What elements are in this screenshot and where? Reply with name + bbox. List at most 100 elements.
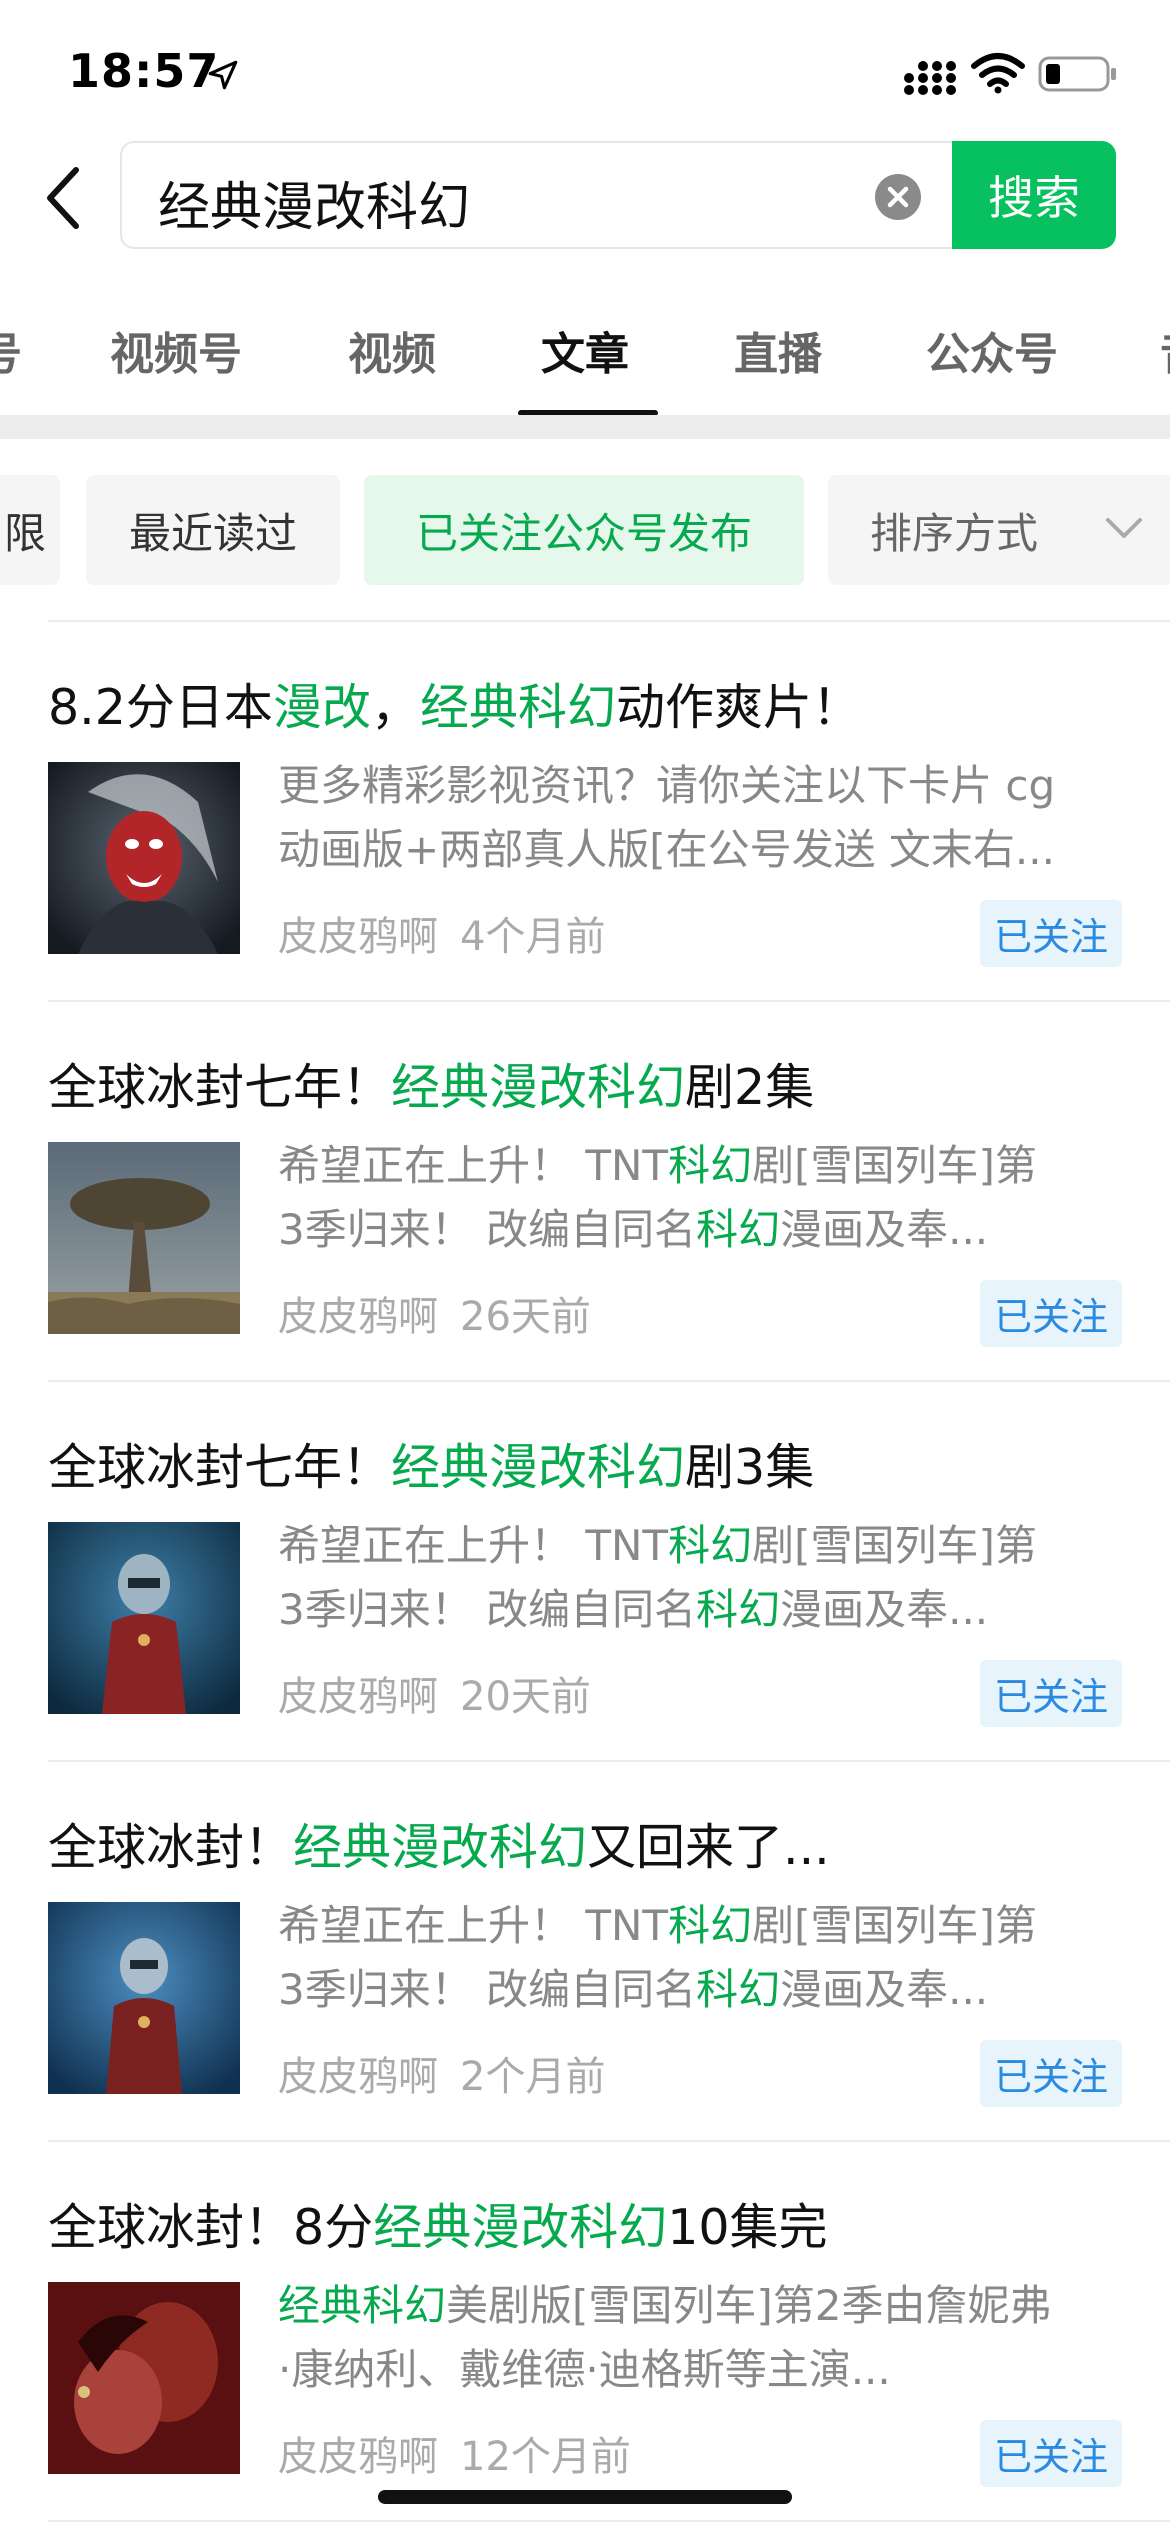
article-result-item[interactable]: 全球冰封七年！经典漫改科幻剧3集 希望正在上升！ TNT科幻剧[雪国列车]第 3季归… [0, 1382, 1170, 1762]
article-time: 12个月前 [460, 2434, 631, 2480]
text-segment: 全球冰封！8分 [48, 2199, 374, 2256]
text-segment: 剧[雪国列车]第 [752, 1141, 1037, 1190]
article-title[interactable]: 全球冰封！经典漫改科幻又回来了... [48, 1808, 830, 1879]
text-segment: 10集完 [667, 2199, 828, 2256]
article-title[interactable]: 全球冰封七年！经典漫改科幻剧3集 [48, 1428, 814, 1499]
filter-chip-recently-read[interactable]: 最近读过 [86, 475, 340, 585]
article-title[interactable]: 全球冰封！8分经典漫改科幻10集完 [48, 2188, 828, 2259]
text-segment: 希望正在上升！ TNT [278, 1521, 669, 1570]
highlighted-keyword: 经典漫改科幻 [391, 1059, 686, 1116]
article-thumbnail[interactable] [48, 1142, 240, 1334]
text-segment: 美剧版[雪国列车]第2季由詹妮弗 [446, 2281, 1052, 2330]
article-meta: 皮皮鸦啊 26天前 [278, 1284, 591, 1342]
article-time: 2个月前 [460, 2054, 606, 2100]
article-result-item[interactable]: 全球冰封七年！经典漫改科幻剧2集希望正在上升！ TNT科幻剧[雪国列车]第 3季归… [0, 1002, 1170, 1382]
text-segment: 漫画及奉... [780, 1585, 989, 1634]
tab-live[interactable]: 直播 [734, 318, 822, 382]
filter-chip-partial[interactable]: 限 [0, 475, 60, 585]
article-author[interactable]: 皮皮鸦啊 [278, 2434, 438, 2480]
article-summary-line: 希望正在上升！ TNT科幻剧[雪国列车]第 [278, 1134, 1118, 1198]
tab-articles[interactable]: 文章 [541, 318, 629, 382]
followed-badge: 已关注 [979, 1660, 1122, 1727]
highlighted-keyword: 经典漫改科幻 [293, 1819, 588, 1876]
section-divider [0, 415, 1170, 439]
highlighted-keyword: 经典科幻 [278, 2281, 447, 2330]
sort-dropdown-label: 排序方式 [870, 508, 1039, 558]
cellular-signal-icon [904, 61, 956, 95]
text-segment: 希望正在上升！ TNT [278, 1901, 669, 1950]
article-summary: 更多精彩影视资讯？请你关注以下卡片 cg 动画版+两部真人版[在公号发送 文末右.… [278, 754, 1118, 882]
tab-partial-left[interactable]: 号 [0, 318, 22, 382]
battery-icon [1038, 56, 1116, 92]
article-result-item[interactable]: 全球冰封！8分经典漫改科幻10集完经典科幻美剧版[雪国列车]第2季由詹妮弗 ·康纳… [0, 2142, 1170, 2522]
article-time: 26天前 [460, 1294, 591, 1340]
article-author[interactable]: 皮皮鸦啊 [278, 1294, 438, 1340]
sort-dropdown[interactable]: 排序方式 [828, 475, 1170, 585]
article-thumbnail[interactable] [48, 2282, 240, 2474]
article-thumbnail[interactable] [48, 1902, 240, 2094]
article-title[interactable]: 8.2分日本漫改，经典科幻动作爽片！ [48, 668, 861, 739]
chevron-down-icon [1106, 518, 1142, 538]
result-type-tabs: 号 视频号 视频 文章 直播 公众号 音 [0, 290, 1170, 420]
article-meta: 皮皮鸦啊 2个月前 [278, 2044, 605, 2102]
article-author[interactable]: 皮皮鸦啊 [278, 2054, 438, 2100]
text-segment: 动画版+两部真人版[在公号发送 文末右... [278, 825, 1055, 874]
article-thumbnail[interactable] [48, 762, 240, 954]
article-summary-line: 更多精彩影视资讯？请你关注以下卡片 cg [278, 754, 1118, 818]
article-summary: 希望正在上升！ TNT科幻剧[雪国列车]第 3季归来！ 改编自同名科幻漫画及奉..… [278, 1514, 1118, 1642]
tab-videos[interactable]: 视频 [348, 318, 436, 382]
home-indicator [378, 2490, 792, 2504]
article-results-list: 8.2分日本漫改，经典科幻动作爽片！ 更多精彩影视资讯？请你关注以下卡片 cg 动画… [0, 622, 1170, 2522]
text-segment: 3季归来！ 改编自同名 [278, 1585, 697, 1634]
text-segment: ， [370, 679, 420, 736]
followed-badge: 已关注 [979, 2040, 1122, 2107]
search-button[interactable]: 搜索 [952, 141, 1116, 249]
text-segment: 3季归来！ 改编自同名 [278, 1965, 697, 2014]
tab-partial-right[interactable]: 音 [1160, 318, 1170, 382]
article-author[interactable]: 皮皮鸦啊 [278, 914, 438, 960]
highlighted-keyword: 经典科幻 [419, 679, 616, 736]
highlighted-keyword: 漫改 [272, 679, 371, 736]
text-segment: 3季归来！ 改编自同名 [278, 1205, 697, 1254]
text-segment: 8.2分日本 [48, 679, 273, 736]
highlighted-keyword: 科幻 [668, 1901, 753, 1950]
highlighted-keyword: 科幻 [668, 1141, 753, 1190]
article-summary-line: 3季归来！ 改编自同名科幻漫画及奉... [278, 1958, 1118, 2022]
text-segment: 全球冰封！ [48, 1819, 294, 1876]
article-result-item[interactable]: 8.2分日本漫改，经典科幻动作爽片！ 更多精彩影视资讯？请你关注以下卡片 cg 动画… [0, 622, 1170, 1002]
search-query-text: 经典漫改科幻 [158, 178, 471, 238]
article-summary-line: 动画版+两部真人版[在公号发送 文末右... [278, 818, 1118, 882]
article-summary-line: 希望正在上升！ TNT科幻剧[雪国列车]第 [278, 1894, 1118, 1958]
article-result-item[interactable]: 全球冰封！经典漫改科幻又回来了... 希望正在上升！ TNT科幻剧[雪国列车]第 3… [0, 1762, 1170, 2142]
text-segment: 全球冰封七年！ [48, 1439, 392, 1496]
followed-badge: 已关注 [979, 2420, 1122, 2487]
status-time: 18:57 [68, 44, 220, 98]
highlighted-keyword: 科幻 [696, 1205, 781, 1254]
text-segment: 全球冰封七年！ [48, 1059, 392, 1116]
tab-channels[interactable]: 视频号 [110, 318, 242, 382]
highlighted-keyword: 经典漫改科幻 [391, 1439, 686, 1496]
article-title[interactable]: 全球冰封七年！经典漫改科幻剧2集 [48, 1048, 814, 1119]
location-arrow-icon [208, 60, 238, 90]
article-time: 4个月前 [460, 914, 606, 960]
article-summary-line: 3季归来！ 改编自同名科幻漫画及奉... [278, 1578, 1118, 1642]
filter-chip-partial-label: 限 [3, 508, 46, 558]
search-input[interactable]: 经典漫改科幻 [120, 141, 960, 249]
clear-search-icon[interactable] [874, 173, 922, 221]
tab-official-accounts[interactable]: 公众号 [926, 318, 1058, 382]
highlighted-keyword: 科幻 [696, 1585, 781, 1634]
text-segment: 剧[雪国列车]第 [752, 1521, 1037, 1570]
text-segment: 剧3集 [685, 1439, 815, 1496]
article-author[interactable]: 皮皮鸦啊 [278, 1674, 438, 1720]
highlighted-keyword: 科幻 [696, 1965, 781, 2014]
text-segment: 漫画及奉... [780, 1965, 989, 2014]
text-segment: ·康纳利、戴维德·迪格斯等主演... [278, 2345, 891, 2394]
back-arrow-icon[interactable] [36, 160, 96, 236]
filter-chip-followed-accounts[interactable]: 已关注公众号发布 [364, 475, 804, 585]
followed-badge: 已关注 [979, 900, 1122, 967]
filter-chips: 限 最近读过 已关注公众号发布 排序方式 [0, 475, 1170, 587]
search-results-page: 18:57 经典漫改科幻 搜索 视频号 视频 文章 直播 公众号 限 最近读过 … [0, 0, 1170, 2532]
highlighted-keyword: 科幻 [668, 1521, 753, 1570]
article-thumbnail[interactable] [48, 1522, 240, 1714]
article-summary-line: 希望正在上升！ TNT科幻剧[雪国列车]第 [278, 1514, 1118, 1578]
